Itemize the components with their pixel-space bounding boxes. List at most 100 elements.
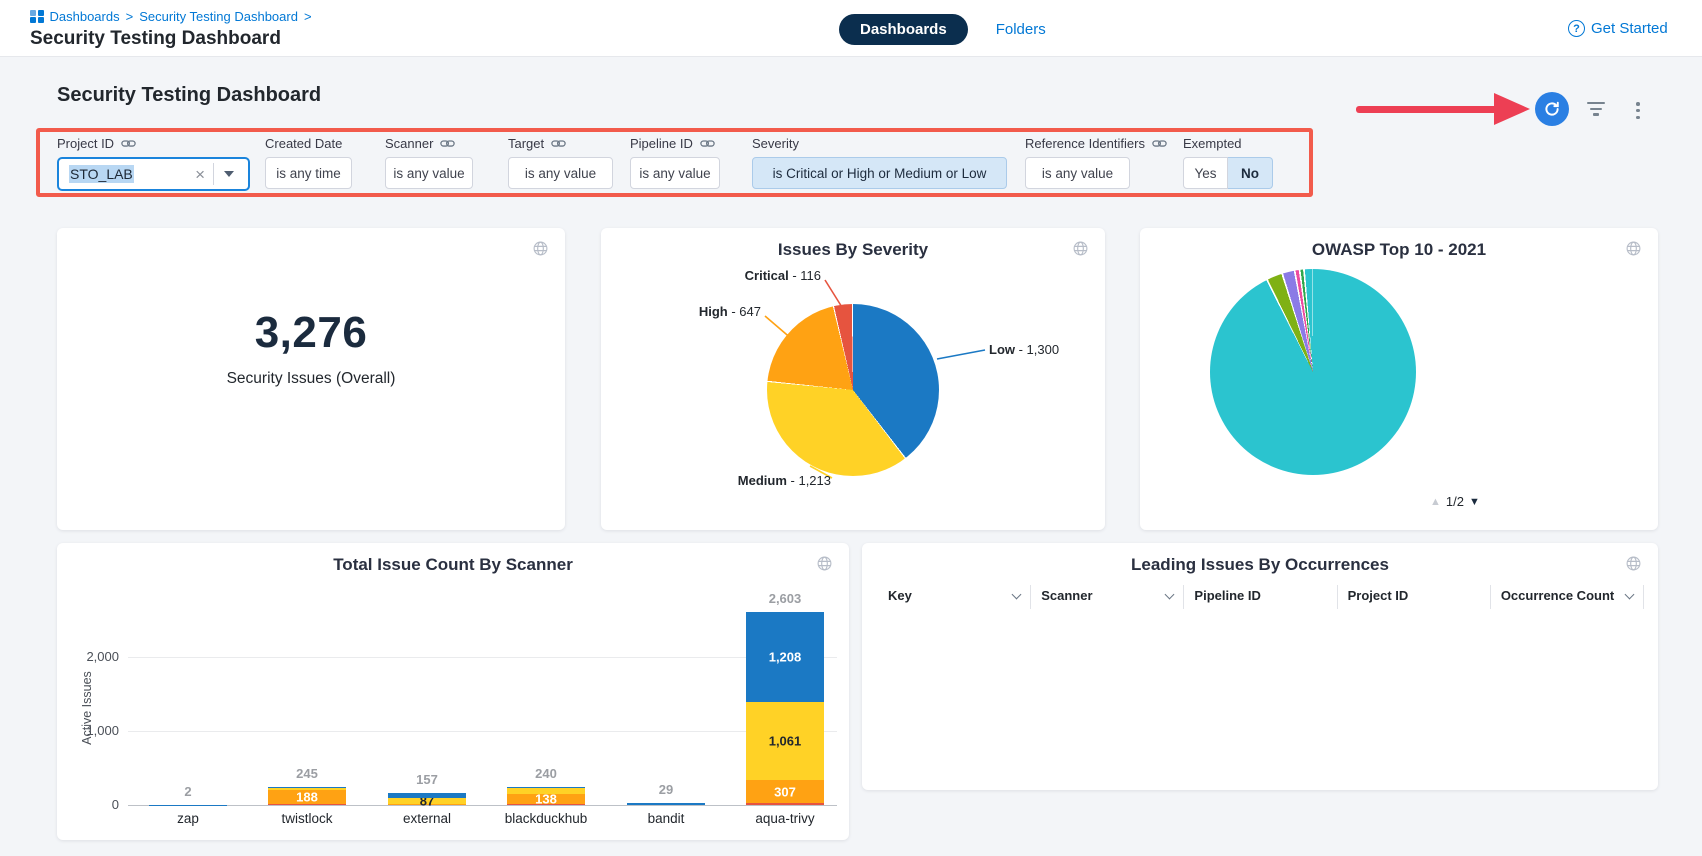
filter-label-project-id: Project ID <box>57 135 250 151</box>
pie-label-high: High - 647 <box>611 304 761 319</box>
breadcrumb-current-dashboard[interactable]: Security Testing Dashboard <box>139 9 298 24</box>
table-column-key[interactable]: Key <box>878 585 1031 609</box>
header-title: Security Testing Dashboard <box>30 28 281 50</box>
bar-total-label: 2,603 <box>746 591 824 606</box>
tab-dashboards[interactable]: Dashboards <box>839 14 968 45</box>
filter-label-text: Scanner <box>385 136 433 151</box>
breadcrumb-dashboards[interactable]: Dashboards <box>50 9 120 24</box>
column-label: Occurrence Count <box>1501 588 1614 603</box>
chevron-down-icon[interactable] <box>1165 589 1175 599</box>
bar-segment-aqua-trivy-high: 307 <box>746 780 824 803</box>
annotation-arrow-head <box>1494 93 1530 125</box>
link-icon <box>1152 138 1167 149</box>
top-header: Dashboards > Security Testing Dashboard … <box>0 0 1702 57</box>
column-label: Project ID <box>1348 588 1409 603</box>
bar-total-label: 245 <box>268 766 346 781</box>
input-divider <box>213 163 214 185</box>
chevron-down-icon[interactable] <box>1012 589 1022 599</box>
card-issue-count-by-scanner: Total Issue Count By Scanner Active Issu… <box>57 543 849 840</box>
annotation-arrow <box>1356 106 1498 113</box>
get-started-link[interactable]: ? Get Started <box>1568 20 1668 37</box>
filter-exempted-toggle: YesNo <box>1183 157 1273 189</box>
chevron-down-icon[interactable] <box>1625 589 1635 599</box>
filter-label-text: Reference Identifiers <box>1025 136 1145 151</box>
filter-scanner: Scanner is any value <box>385 135 473 189</box>
x-axis-category-label: bandit <box>611 811 721 826</box>
filter-label-text: Project ID <box>57 136 114 151</box>
globe-icon[interactable] <box>1625 240 1642 262</box>
filter-label-text: Pipeline ID <box>630 136 693 151</box>
breadcrumb-separator: > <box>304 9 312 24</box>
bar-segment-twistlock-high: 188 <box>268 790 346 804</box>
table-column-pipeline-id[interactable]: Pipeline ID <box>1184 585 1337 609</box>
filter-value-created-date[interactable]: is any time <box>265 157 352 189</box>
filter-label-scanner: Scanner <box>385 135 473 151</box>
filter-project-id-input[interactable]: STO_LAB× <box>57 157 250 191</box>
refresh-button[interactable] <box>1535 92 1569 126</box>
clear-icon[interactable]: × <box>189 166 211 183</box>
bar-segment-aqua-trivy-low: 1,208 <box>746 612 824 701</box>
globe-icon[interactable] <box>1072 240 1089 262</box>
bar-segment-value: 1,208 <box>746 651 824 664</box>
y-tick-label: 2,000 <box>79 649 119 664</box>
card-security-issues-overall: 3,276 Security Issues (Overall) <box>57 228 565 530</box>
bar-total-label: 29 <box>627 782 705 797</box>
x-axis-category-label: external <box>372 811 482 826</box>
bar-segment-value: 307 <box>746 785 824 798</box>
help-icon: ? <box>1568 20 1585 37</box>
page-up-icon[interactable]: ▲ <box>1430 496 1441 508</box>
x-axis-category-label: zap <box>133 811 243 826</box>
table-column-scanner[interactable]: Scanner <box>1031 585 1184 609</box>
chevron-down-icon[interactable] <box>224 171 234 177</box>
tab-folders[interactable]: Folders <box>996 21 1046 38</box>
filter-label-severity: Severity <box>752 135 1007 151</box>
bar-segment-twistlock-medium <box>268 788 346 790</box>
bar-segment-blackduckhub-high: 138 <box>507 794 585 804</box>
filter-created-date: Created Date is any time <box>265 135 352 189</box>
table-column-project-id[interactable]: Project ID <box>1338 585 1491 609</box>
filter-project-id: Project ID STO_LAB× <box>57 135 250 191</box>
chart-title: Issues By Severity <box>601 240 1105 260</box>
pie-pagination: ▲ 1/2 ▼ <box>1430 494 1480 509</box>
breadcrumb: Dashboards > Security Testing Dashboard … <box>30 9 312 24</box>
filter-label-text: Created Date <box>265 136 342 151</box>
bar-segment-blackduckhub-medium <box>507 788 585 794</box>
filter-label-pipeline-id: Pipeline ID <box>630 135 720 151</box>
filter-severity: Severity is Critical or High or Medium or… <box>752 135 1007 189</box>
severity-pie-chart <box>767 304 939 476</box>
filter-value-target[interactable]: is any value <box>508 157 613 189</box>
page-title: Security Testing Dashboard <box>57 84 321 107</box>
exempted-option-yes[interactable]: Yes <box>1183 157 1228 189</box>
card-leading-issues: Leading Issues By Occurrences Key Scanner… <box>862 543 1658 790</box>
gridline <box>128 805 837 806</box>
exempted-option-no[interactable]: No <box>1228 157 1273 189</box>
chart-title: Leading Issues By Occurrences <box>862 555 1658 575</box>
filter-value-pipeline-id[interactable]: is any value <box>630 157 720 189</box>
chart-title: OWASP Top 10 - 2021 <box>1140 240 1658 260</box>
y-tick-label: 0 <box>79 797 119 812</box>
filter-label-text: Severity <box>752 136 799 151</box>
bar-segment-blackduckhub-low <box>507 787 585 788</box>
x-axis-category-label: twistlock <box>252 811 362 826</box>
bar-segment-bandit-low <box>627 803 705 805</box>
total-issues-value: 3,276 <box>57 308 565 358</box>
dashboard-filters-icon[interactable] <box>1587 102 1605 116</box>
filter-pipeline-id: Pipeline ID is any value <box>630 135 720 189</box>
globe-icon[interactable] <box>532 240 549 262</box>
breadcrumb-separator: > <box>126 9 134 24</box>
globe-icon[interactable] <box>1625 555 1642 577</box>
page-down-icon[interactable]: ▼ <box>1469 496 1480 508</box>
dashboards-grid-icon <box>30 10 44 24</box>
filter-exempted: Exempted YesNo <box>1183 135 1273 189</box>
filter-value-severity[interactable]: is Critical or High or Medium or Low <box>752 157 1007 189</box>
filter-label-exempted: Exempted <box>1183 135 1273 151</box>
security-testing-dashboard-page: Dashboards > Security Testing Dashboard … <box>0 0 1702 856</box>
filter-value-reference-identifiers[interactable]: is any value <box>1025 157 1130 189</box>
filter-value-scanner[interactable]: is any value <box>385 157 473 189</box>
x-axis-category-label: blackduckhub <box>491 811 601 826</box>
bar-chart: 01,0002,0002zap188245twistlock87157exter… <box>57 543 849 840</box>
table-column-occurrence-count[interactable]: Occurrence Count <box>1491 585 1644 609</box>
pie-label-critical: Critical - 116 <box>671 268 821 283</box>
more-options-icon[interactable] <box>1634 100 1642 121</box>
column-label: Scanner <box>1041 588 1092 603</box>
